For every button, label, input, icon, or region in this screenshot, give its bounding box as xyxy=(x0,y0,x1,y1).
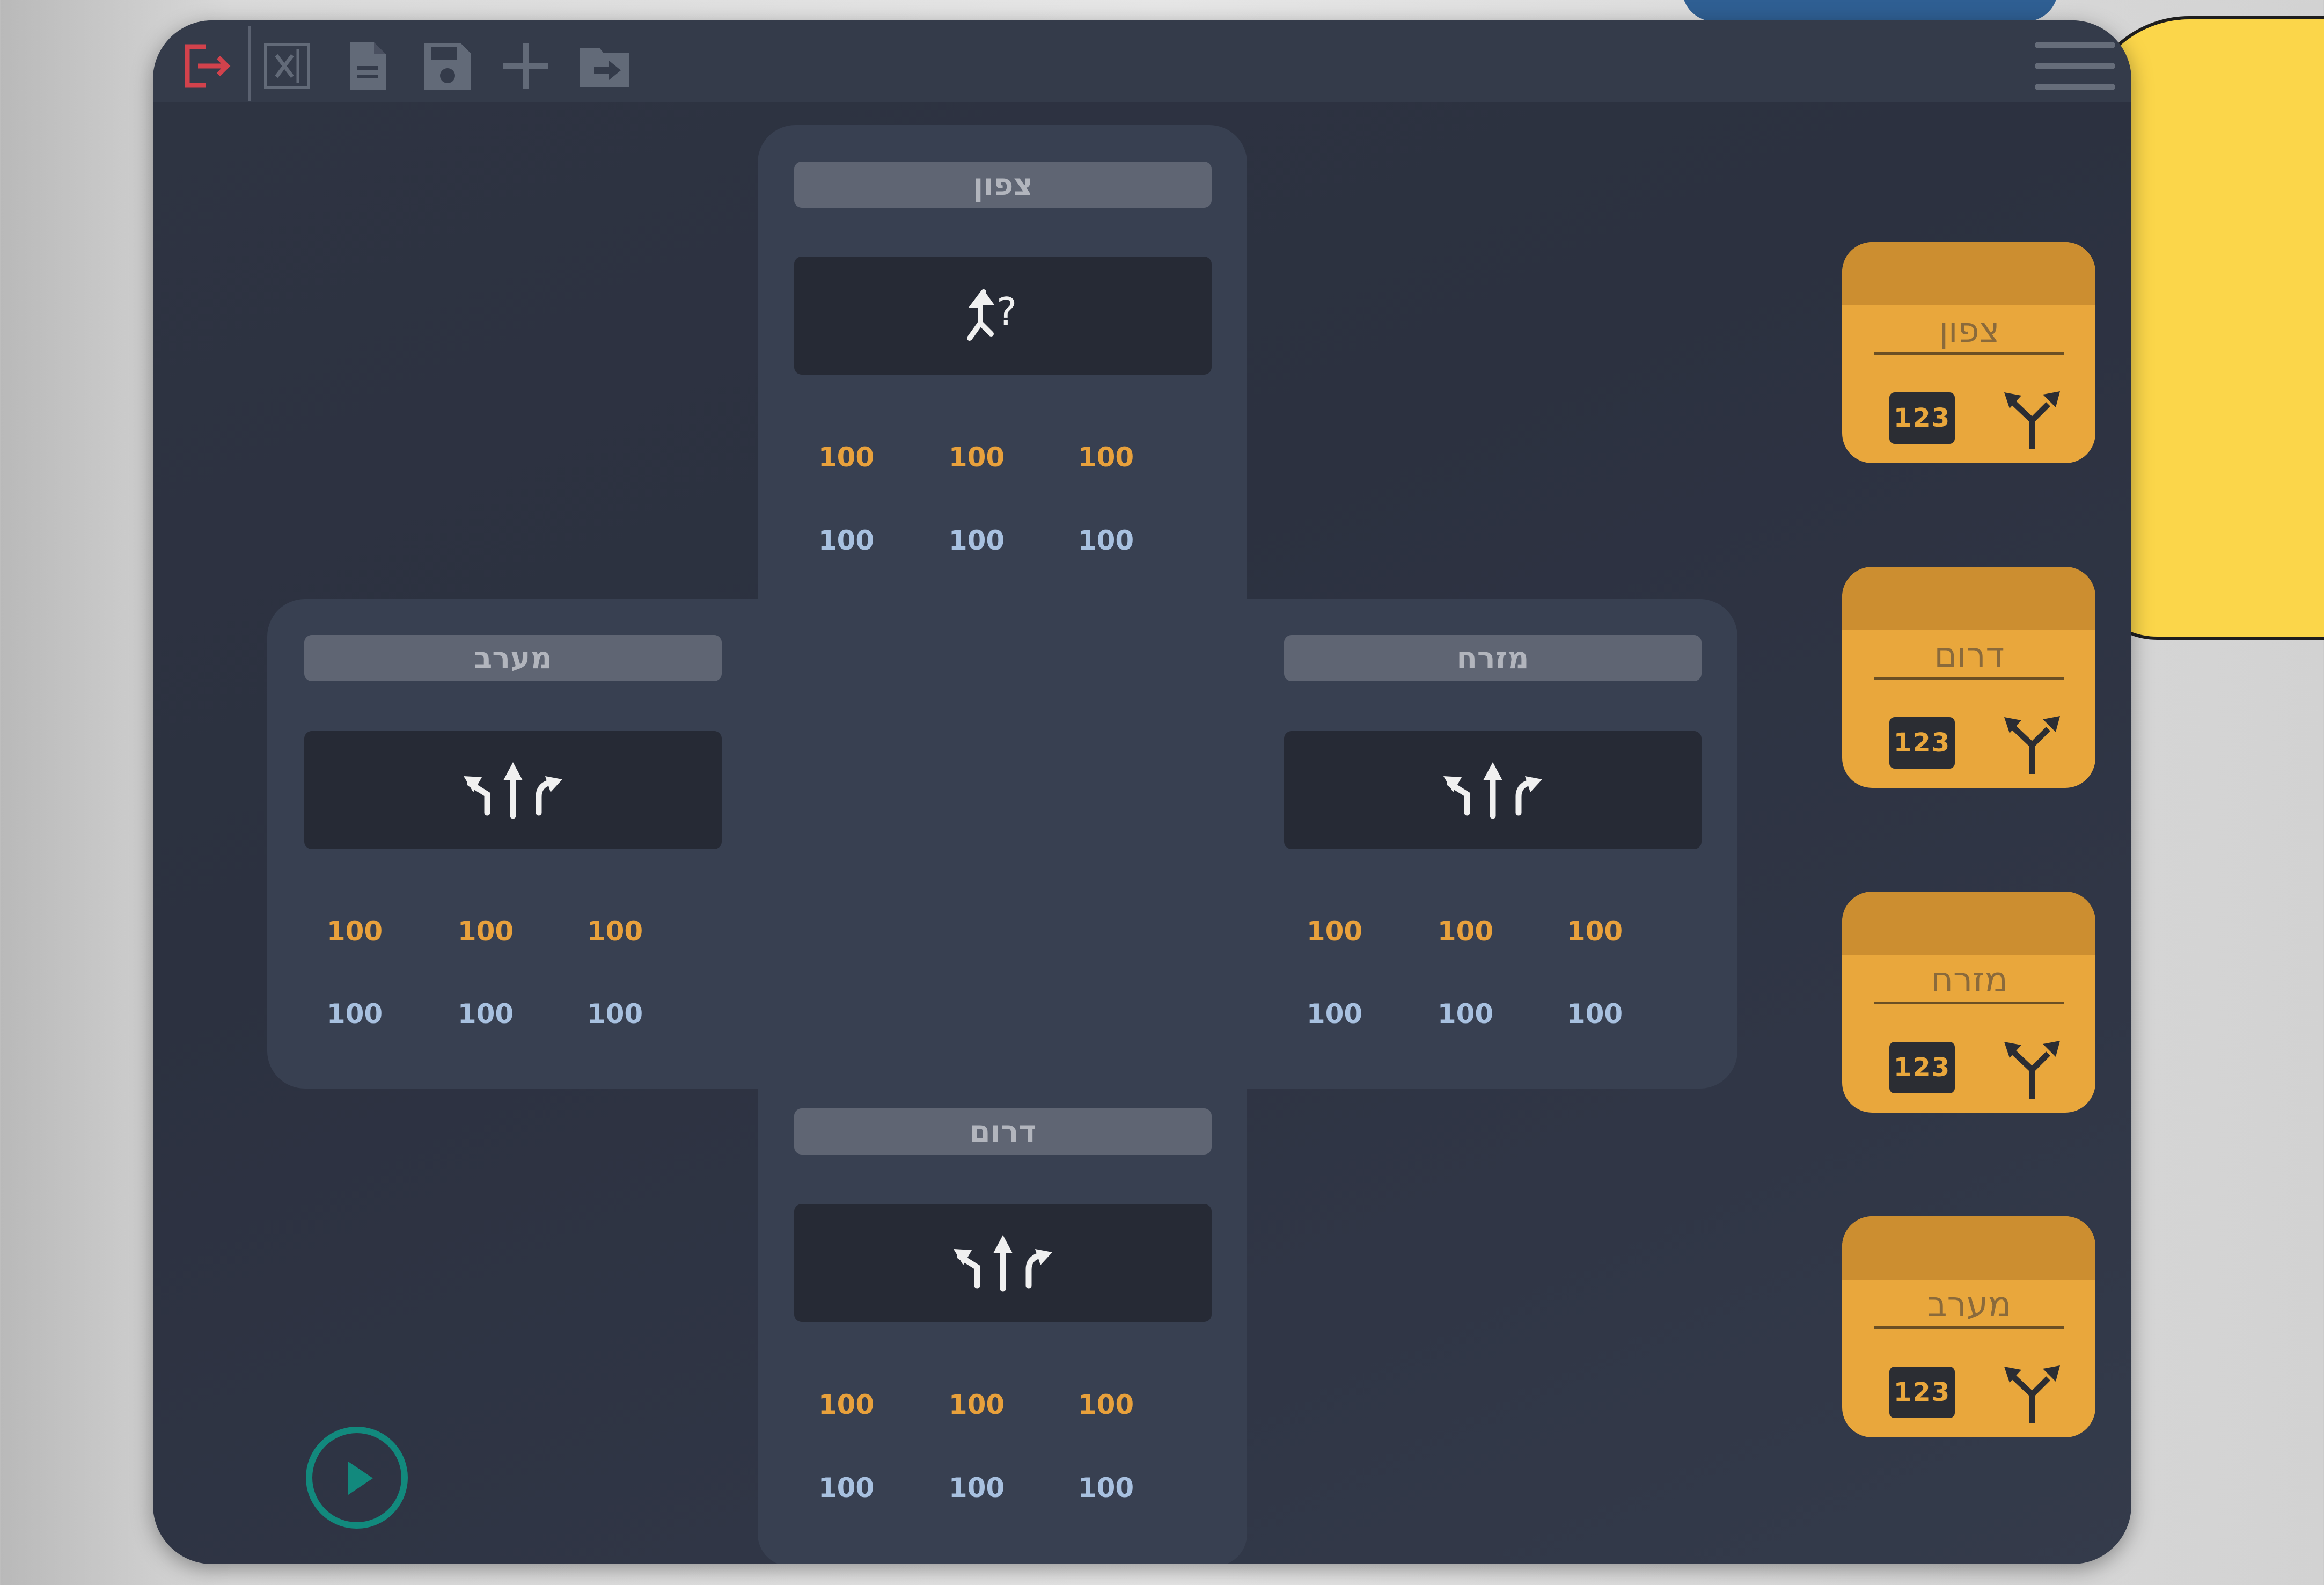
north-orange-3: 100 xyxy=(1077,442,1134,473)
south-blue-3: 100 xyxy=(1077,1472,1134,1503)
north-blue-3: 100 xyxy=(1077,525,1134,556)
card-north[interactable]: צפון 123 xyxy=(1842,242,2095,463)
fork-icon[interactable] xyxy=(2000,383,2064,452)
west-blue-2: 100 xyxy=(457,998,514,1029)
south-blue-2: 100 xyxy=(948,1472,1005,1503)
card-header xyxy=(1842,242,2095,305)
play-icon xyxy=(348,1462,373,1495)
east-lane-box[interactable] xyxy=(1284,731,1702,849)
south-orange-3: 100 xyxy=(1077,1389,1134,1420)
east-blue-2: 100 xyxy=(1437,998,1494,1029)
card-divider xyxy=(1874,677,2064,680)
south-label[interactable]: דרום xyxy=(794,1108,1212,1155)
document-icon[interactable] xyxy=(338,36,397,96)
north-label[interactable]: צפון xyxy=(794,162,1212,208)
add-icon[interactable] xyxy=(496,36,555,96)
east-label[interactable]: מזרח xyxy=(1284,635,1702,681)
north-lane-box[interactable]: ? xyxy=(794,257,1212,375)
save-icon[interactable] xyxy=(417,36,476,96)
card-title: מערב xyxy=(1927,1285,2012,1325)
left-straight-right-icon xyxy=(1443,762,1542,819)
exit-icon[interactable] xyxy=(177,36,236,96)
fork-icon[interactable] xyxy=(2000,1032,2064,1102)
fork-icon[interactable] xyxy=(2000,707,2064,777)
east-orange-3: 100 xyxy=(1566,916,1623,947)
west-orange-1: 100 xyxy=(326,916,383,947)
west-label[interactable]: מערב xyxy=(304,635,722,681)
west-lane-box[interactable] xyxy=(304,731,722,849)
south-lane-box[interactable] xyxy=(794,1204,1212,1322)
card-header xyxy=(1842,892,2095,955)
card-divider xyxy=(1874,1002,2064,1004)
left-straight-right-icon xyxy=(464,762,562,819)
app-window: צפון ? 100 100 100 100 100 100 מערב 100 … xyxy=(153,20,2131,1564)
background-blue-shape xyxy=(1682,0,2058,21)
left-straight-right-icon xyxy=(954,1235,1052,1292)
north-orange-1: 100 xyxy=(818,442,875,473)
toolbar xyxy=(153,20,2131,102)
card-divider xyxy=(1874,1326,2064,1329)
merge-question-icon: ? xyxy=(967,289,1017,341)
export-icon[interactable] xyxy=(575,36,634,96)
card-title: צפון xyxy=(1939,311,2000,350)
numbers-badge[interactable]: 123 xyxy=(1889,717,1955,769)
toolbar-separator xyxy=(248,26,251,101)
numbers-badge[interactable]: 123 xyxy=(1889,1367,1955,1418)
card-divider xyxy=(1874,352,2064,355)
card-west[interactable]: מערב 123 xyxy=(1842,1216,2095,1437)
north-blue-1: 100 xyxy=(818,525,875,556)
card-header xyxy=(1842,1216,2095,1280)
card-east[interactable]: מזרח 123 xyxy=(1842,892,2095,1113)
card-title: דרום xyxy=(1934,636,2005,675)
card-title: מזרח xyxy=(1931,960,2008,1000)
svg-text:?: ? xyxy=(996,289,1017,334)
north-blue-2: 100 xyxy=(948,525,1005,556)
west-orange-2: 100 xyxy=(457,916,514,947)
west-blue-1: 100 xyxy=(326,998,383,1029)
north-orange-2: 100 xyxy=(948,442,1005,473)
west-blue-3: 100 xyxy=(587,998,643,1029)
numbers-badge[interactable]: 123 xyxy=(1889,1042,1955,1093)
fork-icon[interactable] xyxy=(2000,1357,2064,1427)
east-orange-2: 100 xyxy=(1437,916,1494,947)
play-button[interactable] xyxy=(306,1427,408,1529)
east-blue-1: 100 xyxy=(1306,998,1363,1029)
east-orange-1: 100 xyxy=(1306,916,1363,947)
numbers-badge[interactable]: 123 xyxy=(1889,392,1955,444)
east-blue-3: 100 xyxy=(1566,998,1623,1029)
card-south[interactable]: דרום 123 xyxy=(1842,567,2095,788)
south-orange-2: 100 xyxy=(948,1389,1005,1420)
west-orange-3: 100 xyxy=(587,916,643,947)
south-orange-1: 100 xyxy=(818,1389,875,1420)
card-header xyxy=(1842,567,2095,630)
menu-icon[interactable] xyxy=(2035,36,2115,96)
south-blue-1: 100 xyxy=(818,1472,875,1503)
excel-icon[interactable] xyxy=(258,36,317,96)
